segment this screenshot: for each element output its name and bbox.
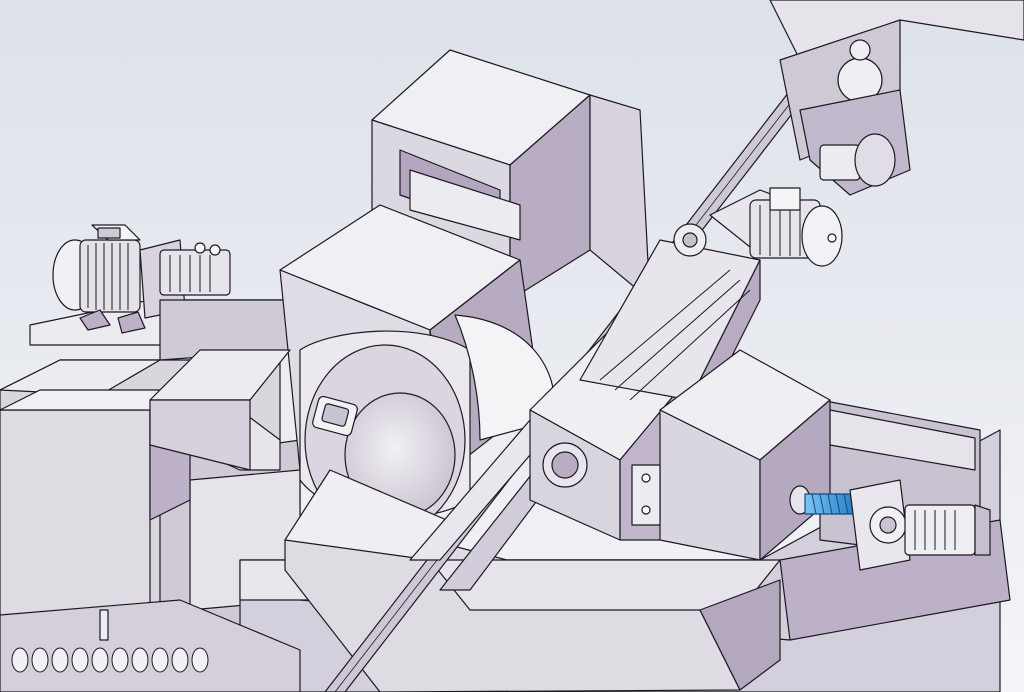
cad-viewport[interactable] (0, 0, 1024, 692)
machine-drawing (0, 0, 1024, 692)
